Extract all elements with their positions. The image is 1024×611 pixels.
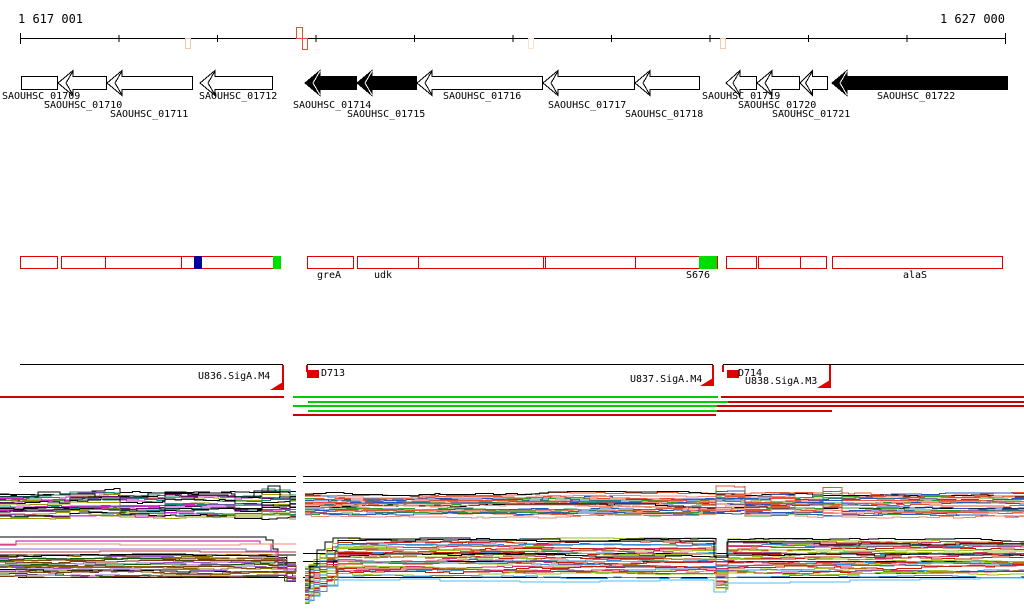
promoter-flag-u838-siga-m3[interactable] (817, 380, 830, 388)
transcript-line-sense[interactable] (293, 396, 718, 398)
feature-box-divider (418, 256, 419, 269)
feature-box-divider (635, 256, 636, 269)
feature-box[interactable] (726, 256, 757, 269)
profile-curve (0, 574, 296, 583)
feature-box-divider (800, 256, 801, 269)
feature-box-divider (543, 256, 544, 269)
gene-label-saouhsc-01716: SAOUHSC_01716 (443, 91, 522, 102)
transcript-line-antisense[interactable] (721, 396, 1024, 398)
gene-arrow-saouhsc-01718[interactable] (634, 69, 700, 97)
gene-label-saouhsc-01721: SAOUHSC_01721 (772, 109, 851, 120)
transcript-line-antisense[interactable] (293, 414, 716, 416)
feature-box[interactable] (758, 256, 827, 269)
ruler-start-coordinate: 1 617 001 (18, 12, 84, 26)
terminator-marker-d713[interactable] (307, 370, 319, 378)
transcript-line-antisense[interactable] (728, 401, 1024, 403)
feature-label-s676: S676 (686, 270, 711, 281)
profile-curve-envelope (305, 577, 1024, 602)
feature-segment[interactable] (273, 256, 281, 269)
promoter-flag-label: U836.SigA.M4 (198, 371, 271, 382)
gene-label-saouhsc-01715: SAOUHSC_01715 (347, 109, 426, 120)
profile-curve (305, 569, 1024, 599)
transcript-line-sense[interactable] (293, 405, 717, 407)
terminator-label: D713 (321, 368, 346, 379)
profile-curve-envelope (0, 543, 296, 546)
ruler-end-coordinate: 1 627 000 (939, 12, 1005, 26)
transcript-line-antisense[interactable] (717, 410, 832, 412)
expression-profiles (0, 476, 1024, 604)
gene-label-saouhsc-01711: SAOUHSC_01711 (110, 109, 189, 120)
ruler-feature-marker (528, 38, 534, 49)
transcript-line-antisense[interactable] (0, 396, 284, 398)
transcript-line-sense[interactable] (308, 401, 728, 403)
ruler-feature-marker (302, 38, 308, 50)
feature-box-alas[interactable] (832, 256, 1003, 269)
terminator-label: D714 (738, 368, 763, 379)
terminator-pole (722, 365, 724, 372)
promoter-flag-u836-siga-m4[interactable] (270, 382, 283, 390)
ruler-feature-marker (185, 38, 191, 49)
gene-arrow-saouhsc-01715[interactable] (356, 69, 417, 97)
feature-label-grea: greA (317, 270, 342, 281)
feature-label-alas: alaS (903, 270, 928, 281)
gene-arrow-saouhsc-01721[interactable] (799, 69, 828, 97)
transcript-line-antisense[interactable] (717, 405, 1024, 407)
gene-arrow-saouhsc-01709[interactable] (21, 76, 58, 90)
gene-label-saouhsc-01717: SAOUHSC_01717 (548, 100, 627, 111)
feature-box-divider (545, 256, 546, 269)
ruler-feature-marker (720, 38, 726, 49)
feature-box[interactable] (61, 256, 281, 269)
feature-segment[interactable] (699, 256, 717, 269)
gene-label-saouhsc-01722: SAOUHSC_01722 (877, 91, 956, 102)
feature-segment[interactable] (194, 256, 202, 269)
feature-box[interactable] (20, 256, 58, 269)
feature-box-divider (105, 256, 106, 269)
ruler-feature-marker (296, 27, 303, 39)
feature-box-grea[interactable] (307, 256, 354, 269)
gene-label-saouhsc-01712: SAOUHSC_01712 (199, 91, 278, 102)
feature-box-udk[interactable] (357, 256, 718, 269)
transcript-line-sense[interactable] (308, 410, 717, 412)
promoter-flag-label: U837.SigA.M4 (630, 374, 703, 385)
genome-browser-view: 1 617 001 1 627 000 SAOUHSC_01709 SAOUHSC… (0, 0, 1024, 611)
gene-arrow-saouhsc-01717[interactable] (542, 69, 635, 97)
feature-box-divider (181, 256, 182, 269)
feature-label-udk: udk (374, 270, 393, 281)
gene-label-saouhsc-01718: SAOUHSC_01718 (625, 109, 704, 120)
ruler-graphic (20, 27, 1006, 50)
